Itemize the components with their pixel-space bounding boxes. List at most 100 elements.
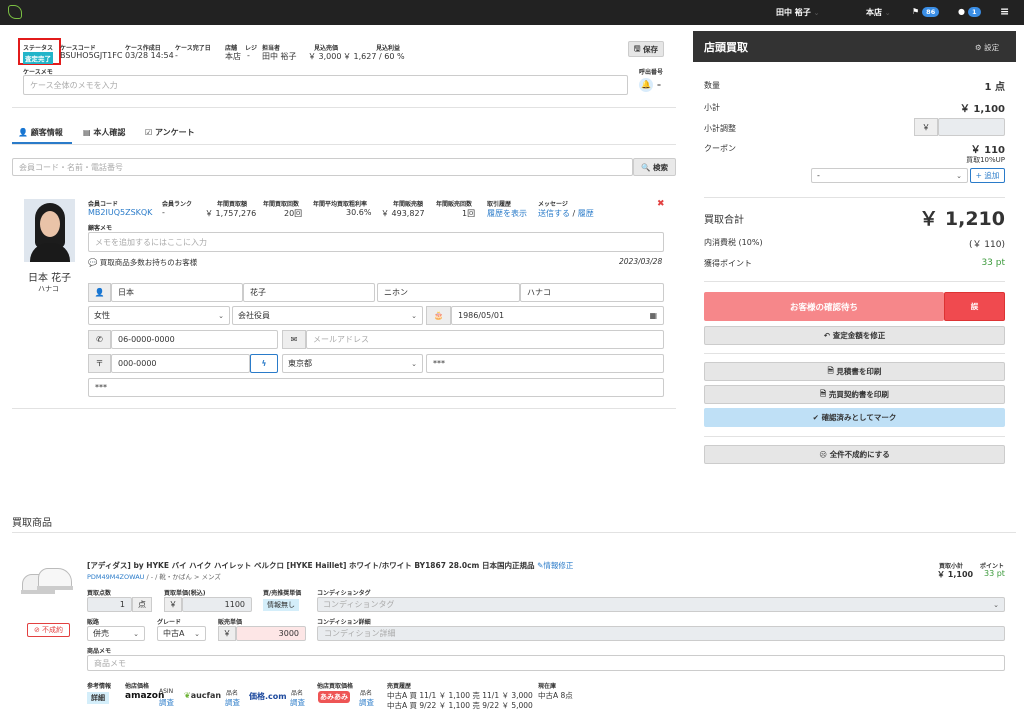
- customer-search-input[interactable]: 会員コード・名前・電話番号: [12, 158, 633, 176]
- divider: [12, 107, 676, 108]
- last-name-input[interactable]: 日本: [111, 283, 243, 302]
- fix-price-button[interactable]: ↶ 査定金額を修正: [704, 326, 1005, 345]
- customer-memo-input[interactable]: メモを追加するにはここに入力: [88, 232, 664, 252]
- qty-input[interactable]: 1: [87, 597, 132, 612]
- case-ended-label: ケース完了日: [175, 45, 211, 52]
- ref-info-detail-button[interactable]: 詳細: [87, 692, 109, 704]
- save-button[interactable]: 🖫 保存: [628, 41, 664, 57]
- address-lookup-bolt-icon[interactable]: ϟ: [250, 354, 278, 373]
- ref-price-tag: 情報無し: [263, 599, 299, 611]
- qty-field-label: 買取点数: [87, 590, 112, 597]
- amazon-survey-link[interactable]: 調査: [159, 697, 174, 708]
- message-links: 送信する / 履歴: [538, 208, 594, 219]
- customer-kana: ハナコ: [38, 285, 59, 293]
- unit-price-input[interactable]: 1100: [182, 597, 252, 612]
- message-separator: /: [572, 209, 576, 218]
- search-button[interactable]: 🔍 検索: [633, 158, 676, 176]
- message-history-link[interactable]: 履歴: [578, 209, 594, 218]
- chevron-down-icon: ⌄: [411, 359, 417, 368]
- comment-icon: 💬: [88, 258, 98, 267]
- route-select[interactable]: 併売 ⌄: [87, 626, 145, 641]
- points-value: 33 pt: [981, 258, 1005, 268]
- mark-confirmed-button[interactable]: ✔ 確認済みとしてマーク: [704, 408, 1005, 427]
- print-contract-button[interactable]: 🗎 売買契約書を印刷: [704, 385, 1005, 404]
- tab-survey[interactable]: ☑ アンケート: [145, 127, 195, 138]
- first-name-input[interactable]: 花子: [243, 283, 375, 302]
- job-select[interactable]: 会社役員 ⌄: [232, 306, 423, 325]
- message-notifications[interactable]: ● 1: [958, 7, 981, 17]
- coupon-select[interactable]: - ⌄: [811, 168, 968, 183]
- user-menu[interactable]: 田中 裕子 ⌄: [776, 7, 819, 18]
- condition-tag-select[interactable]: コンディションタグ ⌄: [317, 597, 1005, 612]
- tab-customer[interactable]: 👤 顧客情報: [18, 127, 63, 138]
- phone-input[interactable]: 06-0000-0000: [111, 330, 278, 349]
- status-badge[interactable]: ⊘ 不成約: [27, 623, 70, 637]
- condition-detail-input[interactable]: コンディション詳細: [317, 626, 1005, 641]
- items-section-title: 買取商品: [12, 518, 52, 529]
- annual-count-label: 年間買取回数: [263, 201, 300, 208]
- member-code-link[interactable]: MB2IUQ5ZSKQK: [88, 208, 152, 217]
- grade-value: 中古A: [163, 629, 185, 638]
- product-code-link[interactable]: PDM49M4ZOWAU: [87, 573, 144, 581]
- case-code: BSUHO5GJT1FC: [60, 51, 123, 60]
- address1-input[interactable]: ***: [426, 354, 664, 373]
- last-kana-input[interactable]: ニホン: [377, 283, 520, 302]
- flag-icon: ⚑: [912, 7, 920, 16]
- hamburger-menu-icon[interactable]: ≡: [1000, 5, 1009, 18]
- total-value: ￥ 1,210: [919, 208, 1005, 230]
- flag-notifications[interactable]: ⚑ 86: [912, 7, 940, 17]
- prefecture-value: 東京都: [288, 359, 312, 368]
- item-memo-input[interactable]: 商品メモ: [87, 655, 1005, 671]
- all-fail-button[interactable]: ☹ 全件不成約にする: [704, 445, 1005, 464]
- bell-icon[interactable]: 🔔: [639, 78, 653, 92]
- message-send-link[interactable]: 送信する: [538, 209, 570, 218]
- trade-history-label: 売買履歴: [387, 683, 412, 690]
- edit-info-link[interactable]: ✎情報修正: [537, 561, 573, 570]
- case-memo-input[interactable]: ケース全体のメモを入力: [23, 75, 628, 95]
- zip-input[interactable]: 000-0000: [111, 354, 250, 373]
- qty-value: 1 点: [984, 82, 1005, 93]
- settings-link[interactable]: ⚙ 設定: [975, 42, 999, 53]
- amiami-logo: あみあみ: [318, 691, 350, 703]
- history-link[interactable]: 履歴を表示: [487, 208, 527, 219]
- coupon-value: ￥ 110: [970, 145, 1005, 156]
- gender-select[interactable]: 女性 ⌄: [88, 306, 230, 325]
- awaiting-confirmation-button[interactable]: お客様の確認待ち: [704, 292, 944, 321]
- grade-select[interactable]: 中古A ⌄: [157, 626, 206, 641]
- annual-sales-label: 年間販売額: [393, 201, 424, 208]
- rank-label: 会員ランク: [162, 201, 193, 208]
- subtotal-label: 小計: [704, 103, 720, 112]
- sale-price-input[interactable]: 3000: [236, 626, 306, 641]
- chevron-down-icon: ⌄: [194, 629, 200, 638]
- amiami-survey-link[interactable]: 調査: [359, 697, 374, 708]
- annual-sales: ￥ 493,827: [381, 209, 425, 218]
- coupon-note: 買取10%UP: [966, 156, 1005, 164]
- annual-amount: ￥ 1,757,276: [205, 209, 257, 218]
- adjust-input[interactable]: [938, 118, 1005, 136]
- save-icon: 🖫: [633, 43, 641, 53]
- birthday-input[interactable]: 1986/05/01 ▦: [451, 306, 664, 325]
- coupon-select-value: -: [817, 171, 820, 180]
- aucfan-survey-link[interactable]: 調査: [225, 697, 240, 708]
- close-icon[interactable]: ✖: [657, 199, 665, 209]
- stock-label: 現在庫: [538, 683, 557, 690]
- print-estimate-label: 見積書を印刷: [836, 367, 882, 376]
- kakaku-survey-link[interactable]: 調査: [290, 697, 305, 708]
- unit-price-addon: ￥: [164, 597, 182, 612]
- user-name: 田中 裕子: [776, 8, 811, 17]
- print-estimate-button[interactable]: 🗎 見積書を印刷: [704, 362, 1005, 381]
- address2-input[interactable]: ***: [88, 378, 664, 397]
- store-menu[interactable]: 本店 ⌄: [866, 7, 891, 18]
- store-value: 本店: [225, 52, 241, 61]
- status-dropdown-button[interactable]: 誤: [944, 292, 1005, 321]
- coupon-add-button[interactable]: + 追加: [970, 168, 1005, 183]
- history-label: 取引履歴: [487, 201, 512, 208]
- first-kana-input[interactable]: ハナコ: [520, 283, 664, 302]
- tab-identity[interactable]: ▤ 本人確認: [83, 127, 125, 138]
- prefecture-select[interactable]: 東京都 ⌄: [282, 354, 423, 373]
- app-logo-icon[interactable]: [8, 5, 22, 19]
- email-input[interactable]: メールアドレス: [306, 330, 664, 349]
- customer-name: 日本 花子: [28, 273, 72, 284]
- item-subtotal-value: ￥ 1,100: [937, 570, 974, 579]
- message-label: メッセージ: [538, 201, 568, 208]
